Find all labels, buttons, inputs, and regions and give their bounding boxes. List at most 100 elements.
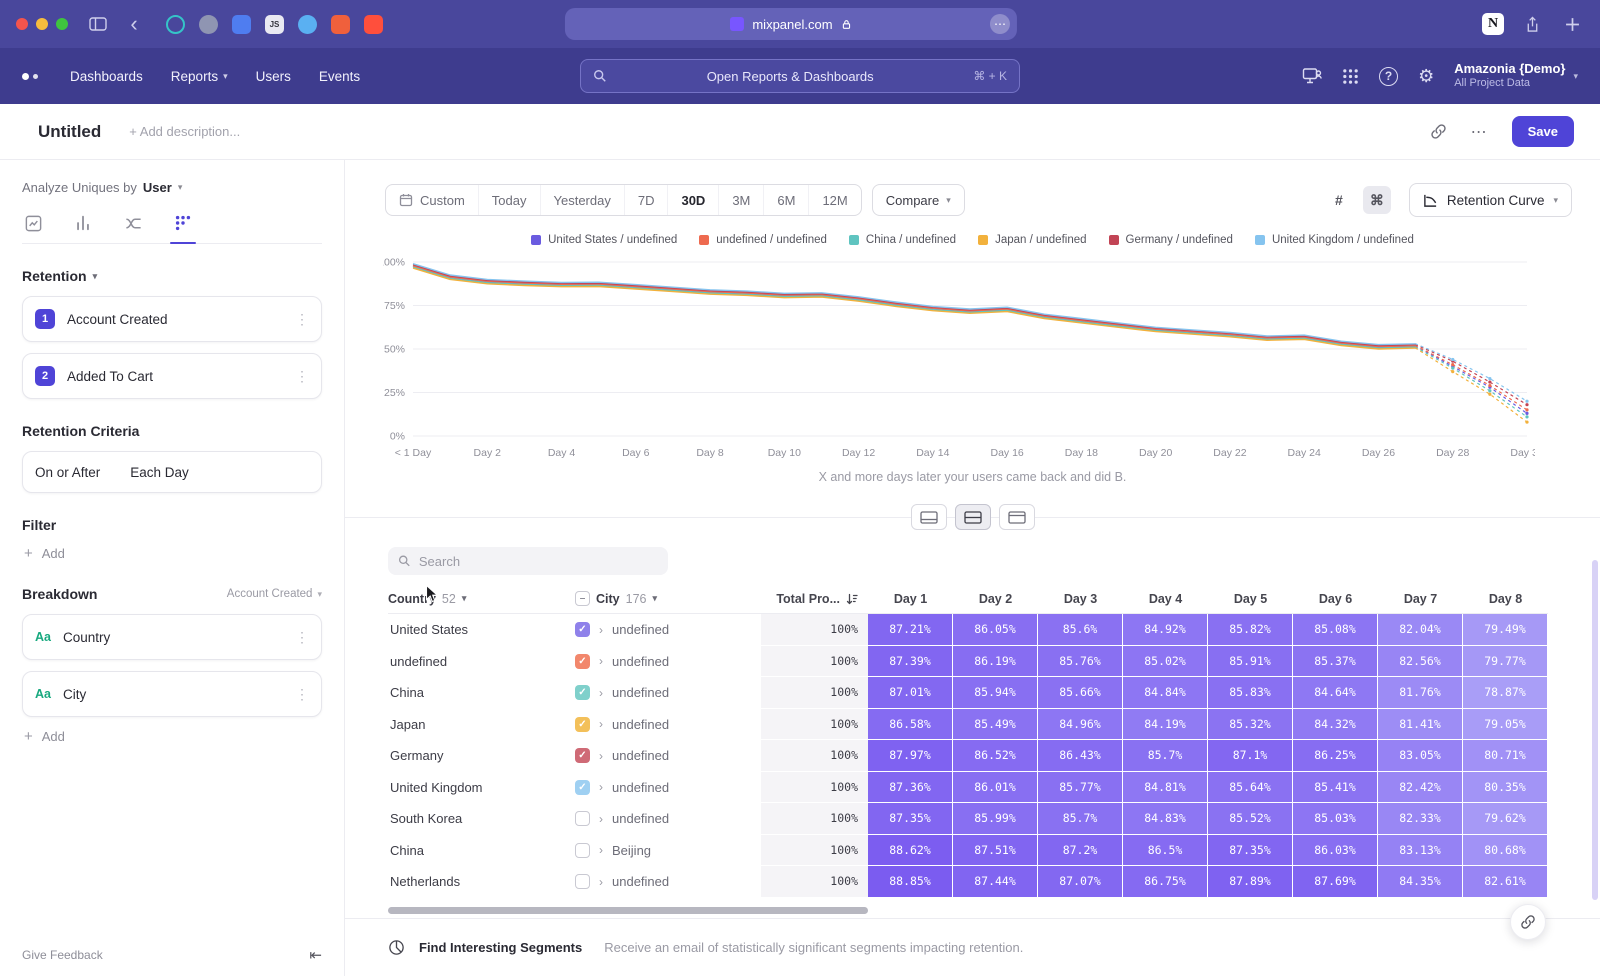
settings-gear-icon[interactable]: ⚙ (1418, 66, 1434, 87)
cell-retention-value[interactable]: 85.49% (953, 709, 1038, 741)
cell-retention-value[interactable]: 85.03% (1293, 803, 1378, 835)
tab-funnels[interactable] (72, 213, 94, 233)
row-checkbox[interactable]: ✓ (575, 780, 590, 795)
cell-retention-value[interactable]: 86.25% (1293, 740, 1378, 772)
row-checkbox[interactable]: ✓ (575, 622, 590, 637)
extension-icon-6[interactable] (331, 15, 350, 34)
cell-retention-value[interactable]: 84.92% (1123, 614, 1208, 646)
cell-retention-value[interactable]: 84.35% (1378, 866, 1463, 898)
view-toggle-compact[interactable] (911, 504, 947, 530)
cell-retention-value[interactable]: 87.07% (1038, 866, 1123, 898)
date-range-yesterday[interactable]: Yesterday (540, 185, 624, 215)
cell-retention-value[interactable]: 85.08% (1293, 614, 1378, 646)
column-header-total[interactable]: Total Pro... (761, 592, 868, 606)
expand-row-icon[interactable]: › (599, 654, 603, 668)
cell-retention-value[interactable]: 84.64% (1293, 677, 1378, 709)
share-link-fab[interactable] (1510, 904, 1546, 940)
minimize-window-button[interactable] (36, 18, 48, 30)
annotations-icon[interactable]: # (1325, 186, 1353, 214)
kebab-menu-icon[interactable]: ⋮ (295, 368, 309, 385)
kebab-menu-icon[interactable]: ⋮ (295, 629, 309, 646)
legend-item[interactable]: United States / undefined (531, 234, 677, 246)
cell-retention-value[interactable]: 85.64% (1208, 772, 1293, 804)
date-range-30d[interactable]: 30D (667, 185, 718, 215)
cell-retention-value[interactable]: 86.43% (1038, 740, 1123, 772)
view-toggle-table[interactable] (999, 504, 1035, 530)
cell-retention-value[interactable]: 87.39% (868, 646, 953, 678)
extension-icon-7[interactable] (364, 15, 383, 34)
row-checkbox[interactable]: ✓ (575, 654, 590, 669)
cell-retention-value[interactable]: 87.69% (1293, 866, 1378, 898)
tab-flows[interactable] (122, 213, 144, 233)
column-header-day-1[interactable]: Day 1 (868, 592, 953, 606)
cell-retention-value[interactable]: 85.99% (953, 803, 1038, 835)
column-header-day-3[interactable]: Day 3 (1038, 592, 1123, 606)
extension-icon-2[interactable] (199, 15, 218, 34)
cell-retention-value[interactable]: 87.36% (868, 772, 953, 804)
cell-retention-value[interactable]: 85.6% (1038, 614, 1123, 646)
breakdown-card[interactable]: Aa Country ⋮ (22, 614, 322, 660)
retention-curve-svg[interactable]: 0%25%50%75%100%< 1 DayDay 2Day 4Day 6Day… (383, 252, 1535, 468)
vertical-scrollbar[interactable] (1592, 560, 1598, 900)
back-button[interactable]: ‹ (122, 12, 146, 36)
legend-item[interactable]: United Kingdom / undefined (1255, 234, 1414, 246)
add-filter-button[interactable]: + Add (22, 545, 322, 562)
extension-icon-3[interactable] (232, 15, 251, 34)
cell-retention-value[interactable]: 88.62% (868, 835, 953, 867)
notion-extension-icon[interactable]: N (1482, 13, 1504, 35)
cell-retention-value[interactable]: 80.68% (1463, 835, 1548, 867)
mixpanel-logo[interactable] (22, 73, 38, 80)
expand-row-icon[interactable]: › (599, 623, 603, 637)
column-header-day-7[interactable]: Day 7 (1378, 592, 1463, 606)
expand-row-icon[interactable]: › (599, 875, 603, 889)
row-checkbox[interactable] (575, 811, 590, 826)
collapse-sidebar-icon[interactable]: ⇤ (309, 946, 322, 964)
chart-type-dropdown[interactable]: Retention Curve ▾ (1409, 183, 1572, 217)
table-search-input[interactable] (419, 554, 658, 569)
cell-retention-value[interactable]: 82.61% (1463, 866, 1548, 898)
retention-section-heading[interactable]: Retention ▾ (22, 268, 322, 284)
close-window-button[interactable] (16, 18, 28, 30)
expand-row-icon[interactable]: › (599, 749, 603, 763)
cell-retention-value[interactable]: 84.84% (1123, 677, 1208, 709)
column-header-day-2[interactable]: Day 2 (953, 592, 1038, 606)
nav-item-users[interactable]: Users (242, 69, 305, 84)
cell-retention-value[interactable]: 87.01% (868, 677, 953, 709)
cell-retention-value[interactable]: 87.89% (1208, 866, 1293, 898)
cell-retention-value[interactable]: 86.05% (953, 614, 1038, 646)
js-extension-icon[interactable]: JS (265, 15, 284, 34)
cell-retention-value[interactable]: 86.19% (953, 646, 1038, 678)
tab-insights[interactable] (22, 213, 44, 233)
expand-row-icon[interactable]: › (599, 717, 603, 731)
cell-retention-value[interactable]: 88.85% (868, 866, 953, 898)
table-search[interactable] (388, 547, 668, 575)
cell-retention-value[interactable]: 86.75% (1123, 866, 1208, 898)
cell-retention-value[interactable]: 80.71% (1463, 740, 1548, 772)
nav-item-dashboards[interactable]: Dashboards (56, 69, 157, 84)
user-data-icon[interactable] (1302, 67, 1322, 85)
date-range-12m[interactable]: 12M (808, 185, 860, 215)
cell-retention-value[interactable]: 84.19% (1123, 709, 1208, 741)
nav-item-events[interactable]: Events (305, 69, 374, 84)
help-icon[interactable]: ? (1379, 67, 1398, 86)
cell-retention-value[interactable]: 82.33% (1378, 803, 1463, 835)
cell-retention-value[interactable]: 87.97% (868, 740, 953, 772)
cell-retention-value[interactable]: 78.87% (1463, 677, 1548, 709)
event-step-card[interactable]: 2 Added To Cart ⋮ (22, 353, 322, 399)
segments-title[interactable]: Find Interesting Segments (419, 940, 582, 955)
row-checkbox[interactable]: ✓ (575, 685, 590, 700)
date-range-6m[interactable]: 6M (763, 185, 808, 215)
row-checkbox[interactable]: ✓ (575, 748, 590, 763)
date-range-3m[interactable]: 3M (718, 185, 763, 215)
cell-retention-value[interactable]: 87.44% (953, 866, 1038, 898)
expand-row-icon[interactable]: › (599, 843, 603, 857)
cell-retention-value[interactable]: 79.62% (1463, 803, 1548, 835)
cell-retention-value[interactable]: 80.35% (1463, 772, 1548, 804)
zoom-window-button[interactable] (56, 18, 68, 30)
cell-retention-value[interactable]: 85.77% (1038, 772, 1123, 804)
add-breakdown-button[interactable]: + Add (22, 728, 322, 745)
column-header-country[interactable]: Country 52 ▾ (388, 592, 575, 606)
project-switcher[interactable]: Amazonia {Demo} All Project Data ▾ (1454, 61, 1578, 91)
horizontal-scrollbar[interactable] (388, 907, 868, 914)
save-button[interactable]: Save (1512, 116, 1574, 147)
